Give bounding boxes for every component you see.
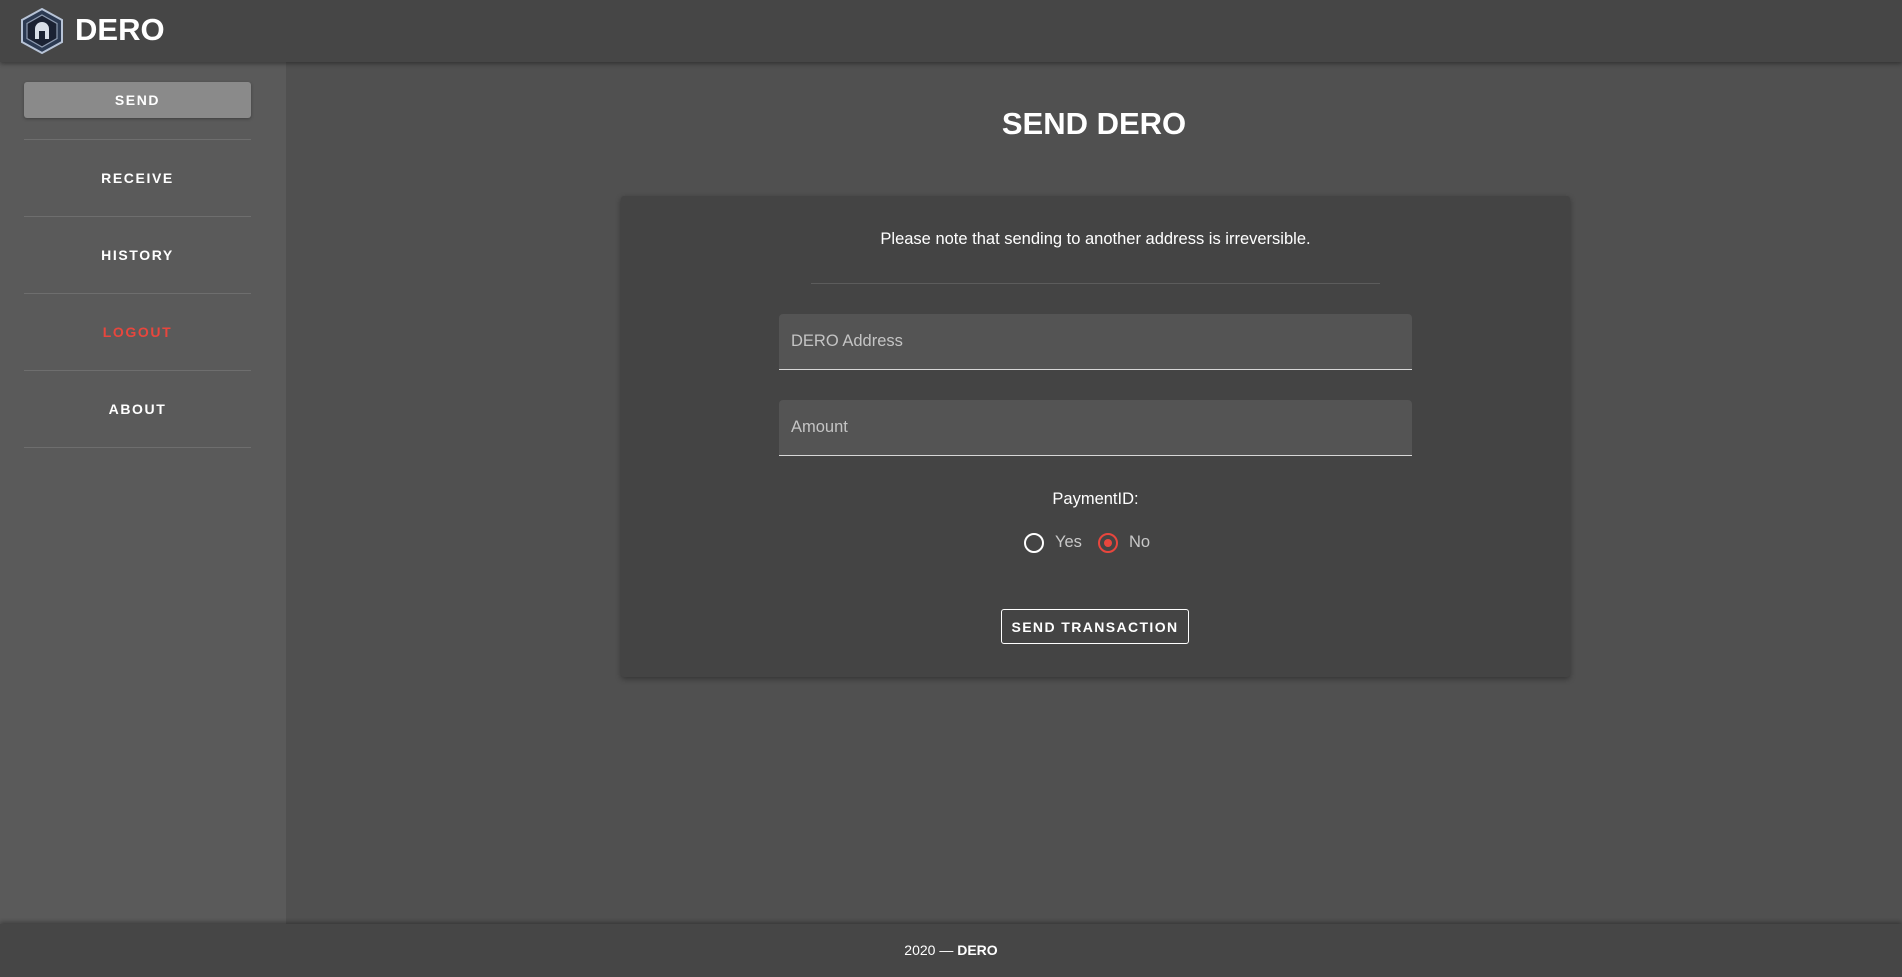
radio-selected-dot	[1104, 539, 1112, 547]
irreversible-notice: Please note that sending to another addr…	[880, 230, 1311, 248]
sidebar-item-receive[interactable]: RECEIVE	[24, 140, 251, 216]
sidebar-divider	[24, 447, 251, 448]
amount-field	[779, 400, 1412, 456]
payment-id-label: PaymentID:	[1052, 490, 1139, 508]
page-title: SEND DERO	[1001, 106, 1187, 141]
sidebar-item-send[interactable]: SEND	[24, 82, 251, 118]
sidebar-item-logout[interactable]: LOGOUT	[24, 294, 251, 370]
wallet-app: DERO SEND RECEIVE HISTORY LOGOUT ABOUT S…	[0, 0, 1902, 977]
sidebar-item-about[interactable]: ABOUT	[24, 371, 251, 447]
footer: 2020 — DERO	[0, 924, 1902, 977]
payment-id-no-radio[interactable]: No	[1098, 531, 1160, 555]
payment-id-no-label: No	[1129, 533, 1151, 551]
send-transaction-button[interactable]: SEND TRANSACTION	[1001, 609, 1189, 644]
radio-unchecked-icon	[1024, 533, 1044, 553]
send-form-card: Please note that sending to another addr…	[621, 196, 1570, 677]
dero-logo-icon	[21, 8, 63, 54]
payment-id-yes-radio[interactable]: Yes	[1024, 531, 1086, 555]
footer-brand: DERO	[957, 942, 998, 958]
sidebar-item-history[interactable]: HISTORY	[24, 217, 251, 293]
payment-id-yes-label: Yes	[1055, 533, 1082, 551]
dero-address-field	[779, 314, 1412, 370]
sidebar: SEND RECEIVE HISTORY LOGOUT ABOUT	[0, 62, 286, 924]
top-bar: DERO	[0, 0, 1902, 62]
app-brand: DERO	[75, 12, 165, 47]
amount-input[interactable]	[779, 400, 1412, 455]
dero-address-input[interactable]	[779, 314, 1412, 369]
footer-year: 2020 —	[904, 942, 954, 958]
card-divider	[811, 283, 1380, 284]
